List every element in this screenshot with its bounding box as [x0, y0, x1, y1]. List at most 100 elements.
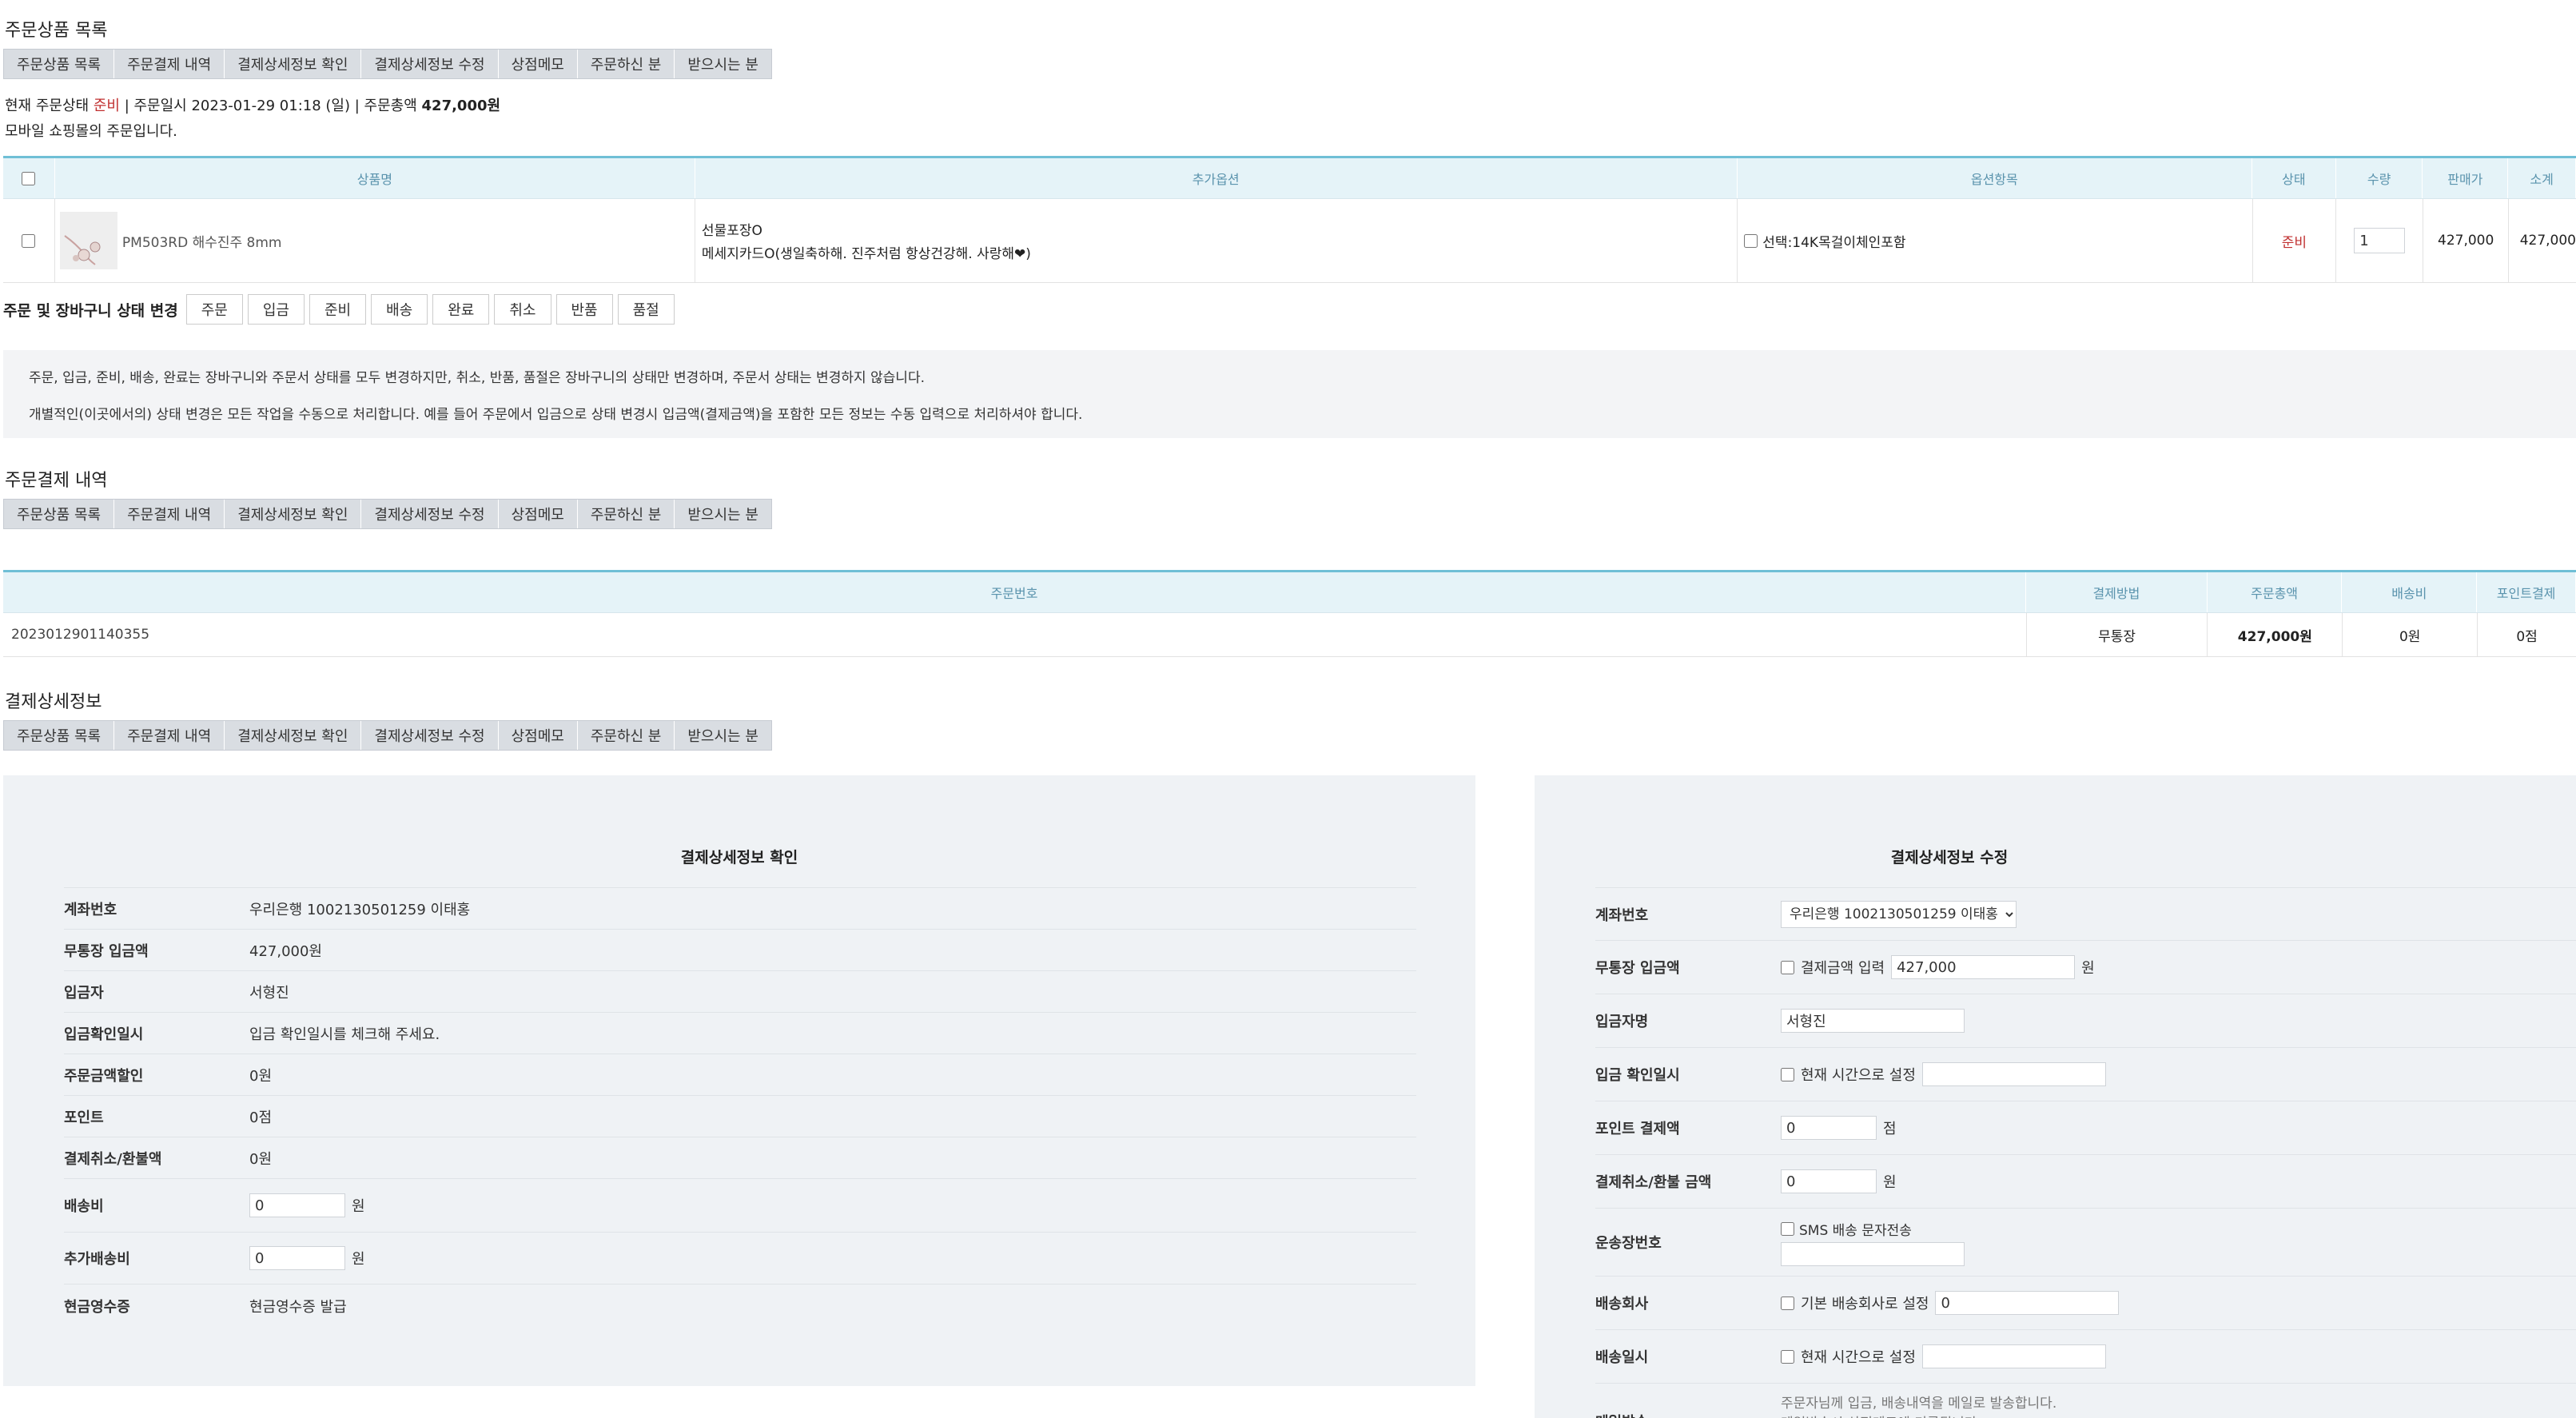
ship-now-checkbox[interactable] [1781, 1349, 1794, 1364]
sms-send-checkbox[interactable] [1781, 1221, 1794, 1236]
qty-input[interactable] [2354, 228, 2406, 253]
row-value: 서형진 [249, 984, 289, 1002]
anchor-tab-order-items[interactable]: 주문상품 목록 [4, 721, 115, 750]
anchor-tab-shop-memo[interactable]: 상점메모 [499, 721, 578, 750]
row-label: 결제취소/환불액 [64, 1150, 162, 1168]
row-value: 0원 [249, 1067, 273, 1085]
courier-input[interactable] [1935, 1291, 2120, 1315]
select-all-checkbox[interactable] [22, 171, 36, 185]
status-ready-button[interactable]: 준비 [309, 294, 367, 325]
notice-line-1: 주문, 입금, 준비, 배송, 완료는 장바구니와 주문서 상태를 모두 변경하… [29, 370, 925, 386]
point-pay: 0점 [2516, 628, 2538, 645]
anchor-tabs-payment: 주문상품 목록 주문결제 내역 결제상세정보 확인 결제상세정보 수정 상점메모… [3, 499, 772, 529]
col-option-item: 옵션항목 [1738, 158, 2252, 198]
refund-amount-input[interactable] [1781, 1169, 1877, 1193]
status-cancel-button[interactable]: 취소 [494, 294, 551, 325]
extra-shipping-input[interactable] [249, 1246, 345, 1270]
mail-note-1: 주문자님께 입금, 배송내역을 메일로 발송합니다. [1781, 1396, 2057, 1412]
list-item: 포인트 결제액 점 [1595, 1101, 2576, 1155]
row-value: 0원 [249, 1150, 273, 1168]
anchor-tab-orderer[interactable]: 주문하신 분 [578, 721, 675, 750]
product-name[interactable]: PM503RD 해수진주 8mm [122, 231, 282, 251]
anchor-tab-order-items[interactable]: 주문상품 목록 [4, 50, 115, 78]
anchor-tab-pay-edit[interactable]: 결제상세정보 수정 [361, 721, 499, 750]
cash-receipt-link[interactable]: 현금영수증 발급 [249, 1296, 347, 1316]
mobile-order-note: 모바일 쇼핑몰의 주문입니다. [5, 123, 177, 140]
invoice-label: 운송장번호 [1595, 1235, 1662, 1252]
shipping-fee-input[interactable] [249, 1193, 345, 1217]
col-shipping: 배송비 [2342, 572, 2478, 612]
product-thumbnail[interactable] [59, 212, 117, 269]
depositor-name-input[interactable] [1781, 1009, 1965, 1033]
anchor-tab-receiver[interactable]: 받으시는 분 [675, 721, 771, 750]
status-order-button[interactable]: 주문 [185, 294, 243, 325]
shipping-label: 배송비 [64, 1198, 104, 1215]
anchor-tab-order-items[interactable]: 주문상품 목록 [4, 500, 115, 528]
deposit-label: 무통장 입금액 [1595, 960, 1680, 977]
anchor-tab-shop-memo[interactable]: 상점메모 [499, 500, 578, 528]
list-item: 배송회사 기본 배송회사로 설정 [1595, 1277, 2576, 1330]
list-item: 무통장 입금액 결제금액 입력 원 [1595, 941, 2576, 994]
anchor-tab-pay-confirm[interactable]: 결제상세정보 확인 [225, 500, 362, 528]
anchor-tab-payment[interactable]: 주문결제 내역 [114, 721, 225, 750]
point-pay-input[interactable] [1781, 1116, 1877, 1140]
deposit-check-label: 결제금액 입력 [1801, 960, 1885, 977]
list-item: 주문금액할인 0원 [64, 1054, 1416, 1096]
list-item: 입금확인일시 입금 확인일시를 체크해 주세요. [64, 1013, 1416, 1054]
anchor-tab-pay-edit[interactable]: 결제상세정보 수정 [361, 50, 499, 78]
won-unit: 원 [2081, 960, 2095, 977]
status-shipping-button[interactable]: 배송 [371, 294, 428, 325]
deposit-now-checkbox[interactable] [1781, 1067, 1794, 1081]
deposit-date-input[interactable] [1921, 1062, 2106, 1086]
status-deposit-button[interactable]: 입금 [247, 294, 305, 325]
bank-account-select[interactable]: 우리은행 1002130501259 이태홍 [1781, 900, 2017, 928]
list-item: 배송비 원 [64, 1179, 1416, 1233]
list-item: 결제취소/환불 금액 원 [1595, 1155, 2576, 1209]
anchor-tab-payment[interactable]: 주문결제 내역 [114, 500, 225, 528]
invoice-number-input[interactable] [1781, 1241, 1965, 1266]
account-label: 계좌번호 [1595, 906, 1649, 924]
status-label: 현재 주문상태 [5, 98, 90, 114]
pay-edit-form: 계좌번호 우리은행 1002130501259 이태홍 무통장 입금액 결제금액… [1595, 887, 2576, 1418]
anchor-tab-shop-memo[interactable]: 상점메모 [499, 50, 578, 78]
addon-option-2: 메세지카드O(생일축하해. 진주처럼 항상건강해. 사랑해❤) [701, 246, 1031, 262]
deposit-amount-input[interactable] [1891, 955, 2076, 979]
order-total-value: 427,000원 [421, 98, 501, 114]
deposit-amount-checkbox[interactable] [1781, 960, 1794, 974]
anchor-tabs-pay-detail: 주문상품 목록 주문결제 내역 결제상세정보 확인 결제상세정보 수정 상점메모… [3, 720, 772, 751]
list-item: 계좌번호 우리은행 1002130501259 이태홍 [1595, 888, 2576, 941]
col-addon: 추가옵션 [695, 158, 1738, 198]
option-item-checkbox[interactable] [1744, 233, 1758, 248]
pay-confirm-panel: 결제상세정보 확인 계좌번호 우리은행 1002130501259 이태홍 무통… [3, 775, 1475, 1386]
row-checkbox[interactable] [22, 233, 36, 248]
order-date-label: 주문일시 [133, 98, 187, 114]
row-label: 입금확인일시 [64, 1026, 144, 1043]
pay-confirm-title: 결제상세정보 확인 [680, 849, 798, 866]
anchor-tab-receiver[interactable]: 받으시는 분 [675, 50, 771, 78]
status-soldout-button[interactable]: 품절 [617, 294, 675, 325]
pay-confirm-list: 계좌번호 우리은행 1002130501259 이태홍 무통장 입금액 427,… [64, 887, 1416, 1328]
row-value: 0점 [249, 1109, 273, 1126]
notice-line-2: 개별적인(이곳에서의) 상태 변경은 모든 작업을 수동으로 처리합니다. 예를… [29, 407, 1083, 423]
col-order-total: 주문총액 [2208, 572, 2343, 612]
list-item: 운송장번호 SMS 배송 문자전송 [1595, 1209, 2576, 1277]
anchor-tab-orderer[interactable]: 주문하신 분 [578, 500, 675, 528]
default-courier-checkbox[interactable] [1781, 1296, 1794, 1310]
anchor-tab-pay-confirm[interactable]: 결제상세정보 확인 [225, 50, 362, 78]
list-item: 결제취소/환불액 0원 [64, 1137, 1416, 1179]
depositor-label: 입금자명 [1595, 1014, 1649, 1030]
anchor-tab-pay-edit[interactable]: 결제상세정보 수정 [361, 500, 499, 528]
anchor-tab-payment[interactable]: 주문결제 내역 [114, 50, 225, 78]
section-title-order-items: 주문상품 목록 [5, 21, 108, 41]
sms-label: SMS 배송 문자전송 [1799, 1222, 1912, 1239]
anchor-tab-pay-confirm[interactable]: 결제상세정보 확인 [225, 721, 362, 750]
ship-date-input[interactable] [1921, 1344, 2106, 1368]
table-row: PM503RD 해수진주 8mm 선물포장O 메세지카드O(생일축하해. 진주처… [3, 199, 2576, 283]
anchor-tab-receiver[interactable]: 받으시는 분 [675, 500, 771, 528]
status-complete-button[interactable]: 완료 [432, 294, 490, 325]
anchor-tab-orderer[interactable]: 주문하신 분 [578, 50, 675, 78]
status-return-button[interactable]: 반품 [555, 294, 613, 325]
col-price: 판매가 [2423, 158, 2509, 198]
status-change-label: 주문 및 장바구니 상태 변경 [3, 301, 178, 320]
row-value: 427,000원 [249, 942, 322, 960]
